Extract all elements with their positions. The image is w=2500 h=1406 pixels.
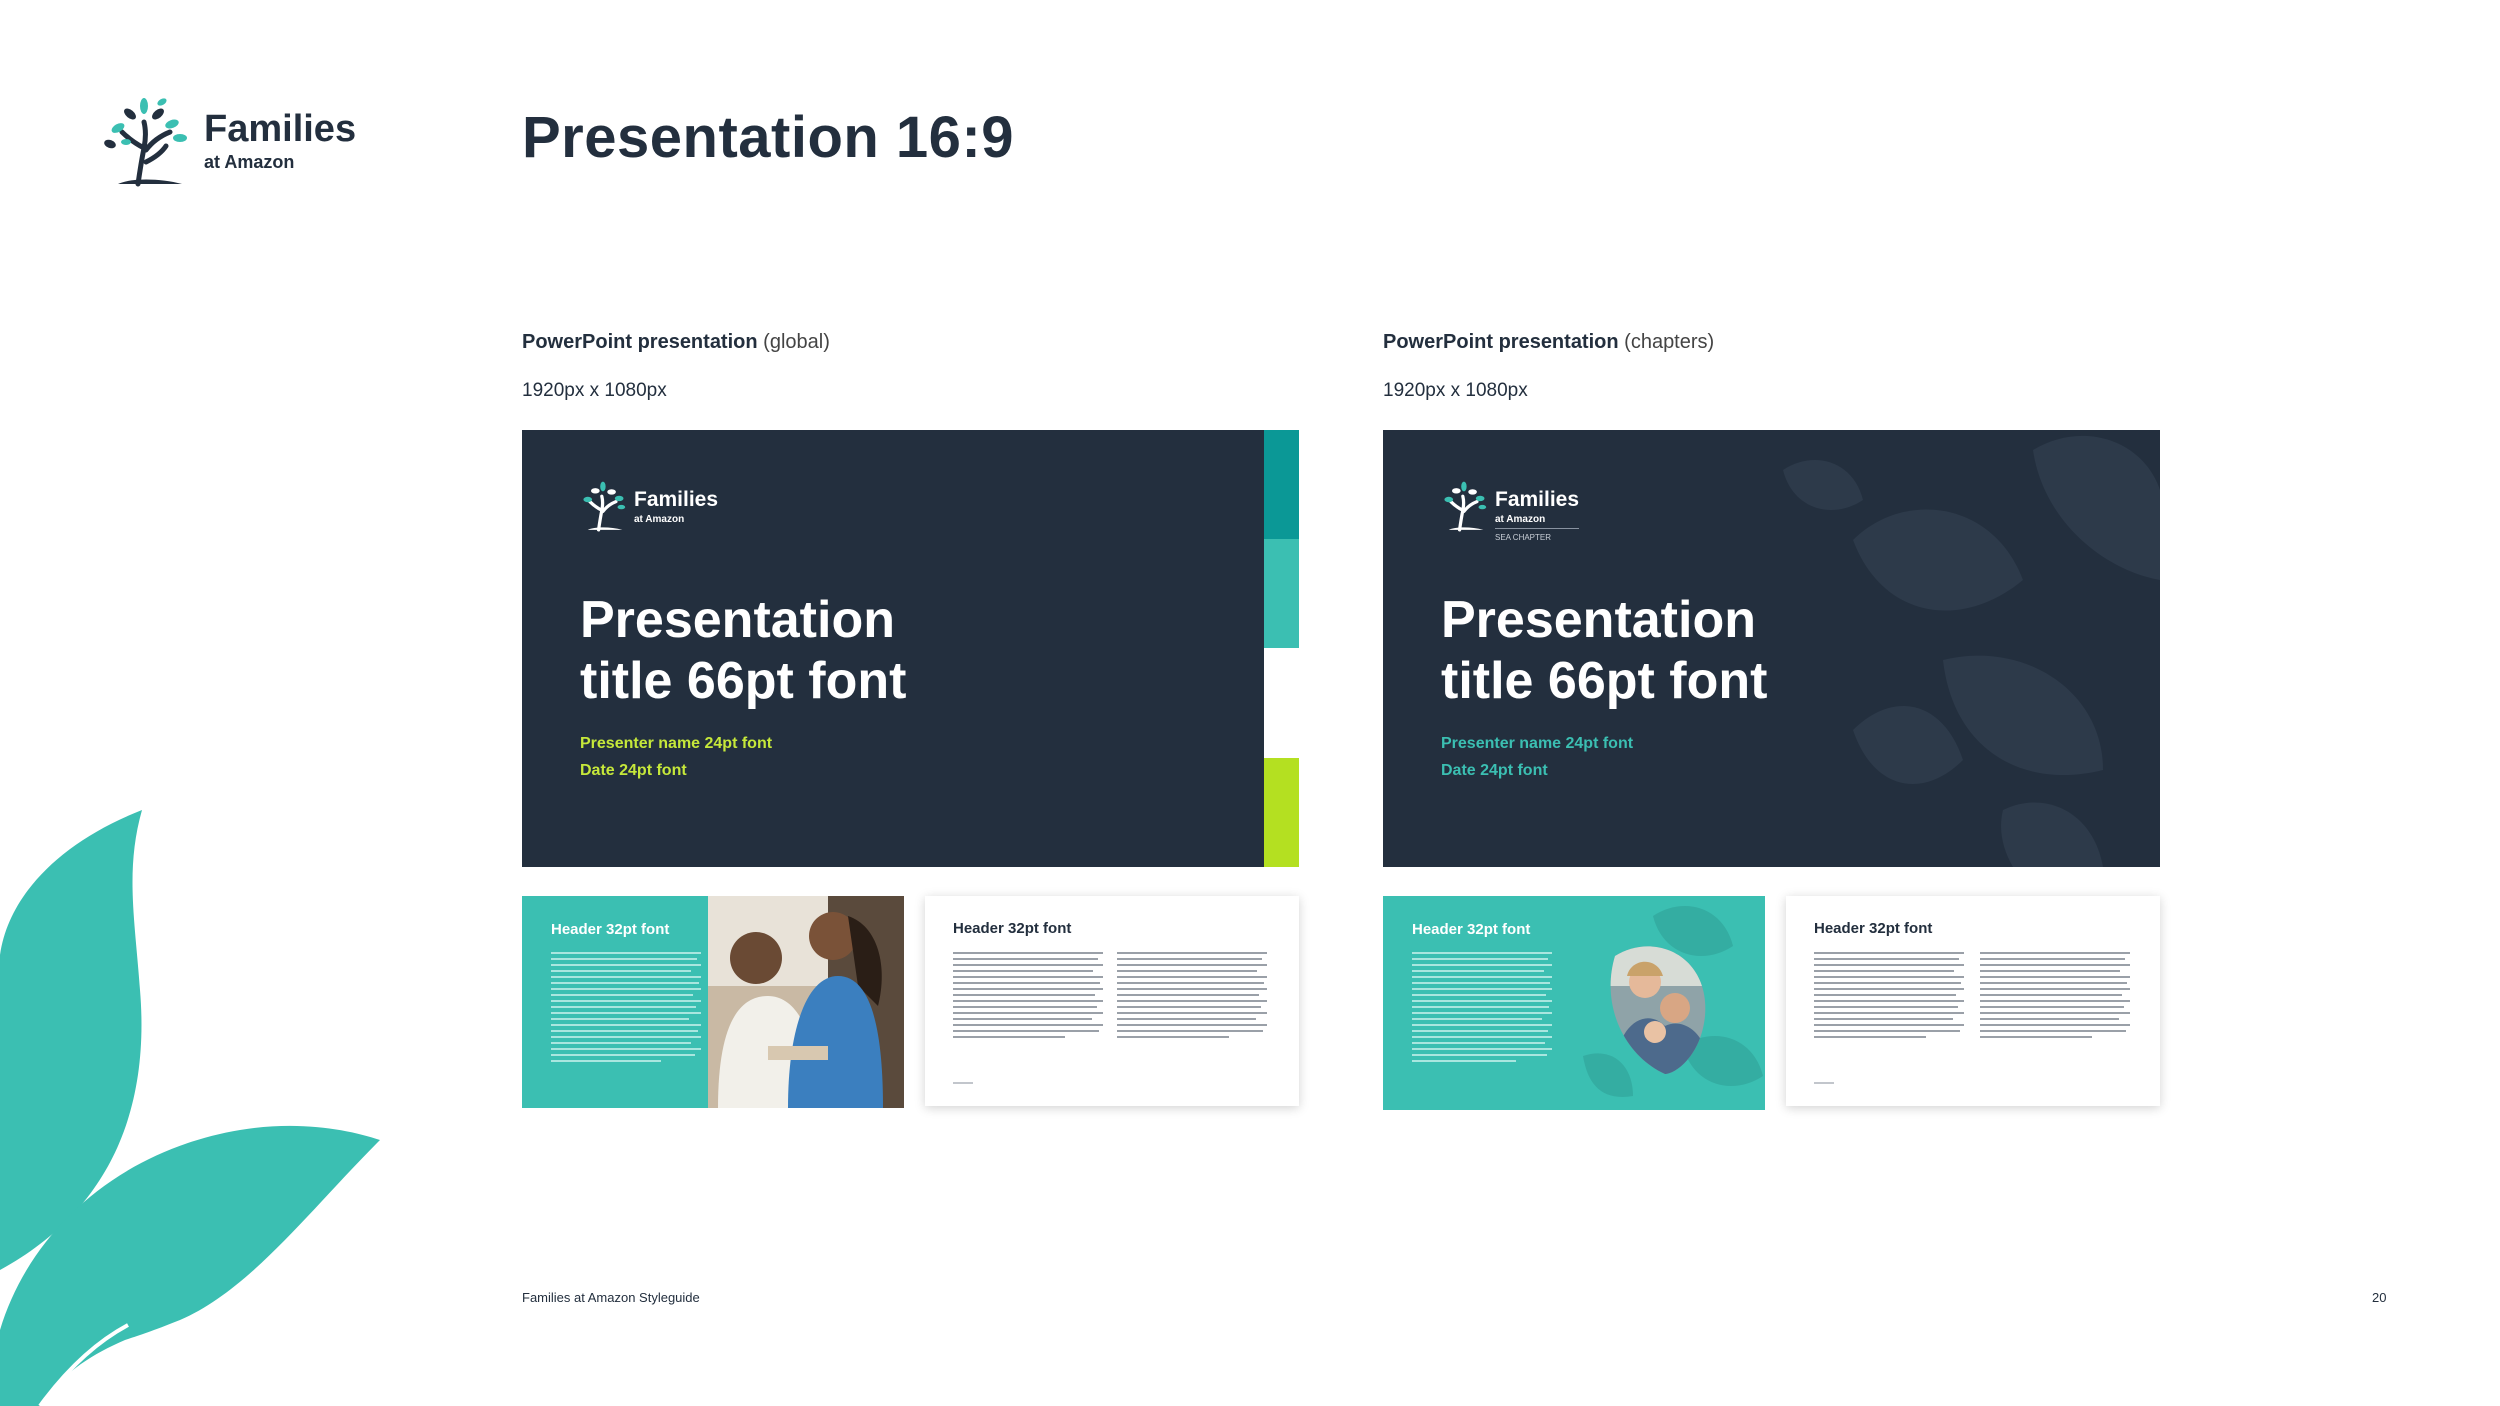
thumb-header: Header 32pt font	[1412, 921, 1531, 938]
section-label-light: (chapters)	[1624, 331, 1715, 353]
slide-subtitle: Presenter name 24pt font Date 24pt font	[580, 730, 772, 784]
tree-icon	[104, 98, 187, 187]
leaf-photo-family	[1610, 946, 1706, 1074]
slide-date: Date 24pt font	[580, 762, 687, 779]
thumb-body-text	[551, 952, 701, 1066]
content-slide-white-global: Header 32pt font	[925, 896, 1299, 1106]
page-number: 20	[2372, 1290, 2387, 1305]
section-label-global: PowerPoint presentation (global)	[522, 331, 830, 354]
thumb-body-col2	[1980, 952, 2130, 1042]
slide-presenter: Presenter name 24pt font	[580, 735, 773, 752]
slide-logo-sub: at Amazon	[1495, 514, 1546, 525]
slide-title: Presentation title 66pt font	[1441, 590, 1767, 712]
photo-caregivers	[708, 896, 904, 1108]
section-label-bold: PowerPoint presentation	[522, 331, 758, 353]
section-label-bold: PowerPoint presentation	[1383, 331, 1619, 353]
slide-logo-name: Families	[1495, 488, 1580, 511]
thumb-header: Header 32pt font	[953, 920, 1072, 937]
section-dimensions-global: 1920px x 1080px	[522, 380, 667, 401]
slide-title-line1: Presentation	[1441, 591, 1756, 649]
thumb-header: Header 32pt font	[1814, 920, 1933, 937]
section-dimensions-chapters: 1920px x 1080px	[1383, 380, 1528, 401]
brand-logo: Families at Amazon	[100, 92, 370, 188]
brand-name: Families	[204, 108, 357, 150]
color-strip	[1264, 430, 1299, 867]
thumb-footer-mark	[1814, 1082, 1834, 1084]
thumb-body-col1	[1814, 952, 1964, 1042]
page-title: Presentation 16:9	[522, 105, 1015, 170]
title-slide-chapters: Families at Amazon SEA CHAPTER Presentat…	[1383, 430, 2160, 867]
content-slide-teal-photo-global: Header 32pt font	[522, 896, 904, 1108]
slide-logo-icon	[1444, 481, 1487, 532]
slide-title-line2: title 66pt font	[580, 652, 907, 710]
thumb-body-col1	[953, 952, 1103, 1042]
slide-title-line1: Presentation	[580, 591, 895, 649]
thumb-body-text	[1412, 952, 1552, 1066]
section-label-light: (global)	[763, 331, 830, 353]
slide-date: Date 24pt font	[1441, 762, 1548, 779]
slide-logo-name: Families	[634, 488, 719, 511]
title-slide-global: Families at Amazon Presentation title 66…	[522, 430, 1299, 867]
content-slide-teal-photo-chapters: Header 32pt font	[1383, 896, 1765, 1110]
content-slide-white-chapters: Header 32pt font	[1786, 896, 2160, 1106]
chapter-divider	[1495, 528, 1579, 529]
thumb-footer-mark	[953, 1082, 973, 1084]
brand-sub: at Amazon	[204, 152, 295, 172]
footer-title: Families at Amazon Styleguide	[522, 1290, 700, 1305]
section-label-chapters: PowerPoint presentation (chapters)	[1383, 331, 1714, 354]
thumb-header: Header 32pt font	[551, 921, 670, 938]
slide-logo-sub: at Amazon	[634, 514, 685, 525]
slide-logo-icon	[583, 481, 626, 532]
decorative-leaves	[0, 810, 380, 1406]
slide-title-line2: title 66pt font	[1441, 652, 1768, 710]
chapter-label: SEA CHAPTER	[1495, 533, 1552, 542]
slide-presenter: Presenter name 24pt font	[1441, 735, 1634, 752]
thumb-body-col2	[1117, 952, 1267, 1042]
slide-title: Presentation title 66pt font	[580, 590, 906, 712]
slide-subtitle: Presenter name 24pt font Date 24pt font	[1441, 730, 1633, 784]
